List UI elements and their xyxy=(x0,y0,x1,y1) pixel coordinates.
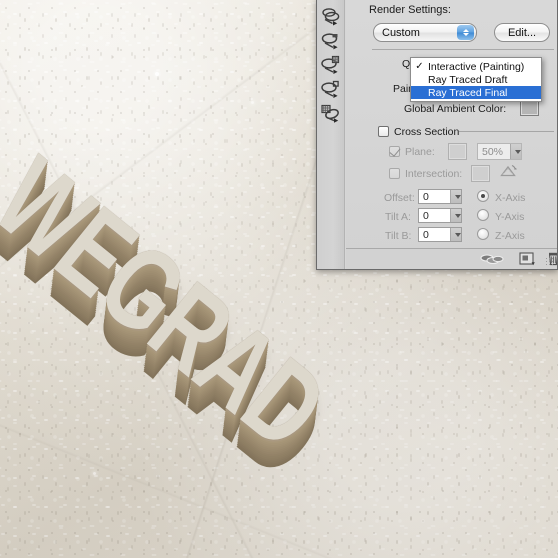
highlight-speck xyxy=(251,101,254,104)
quality-dropdown-menu[interactable]: ✓ Interactive (Painting) Ray Traced Draf… xyxy=(410,57,542,102)
tilt-b-field[interactable]: 0 xyxy=(418,227,462,242)
tilt-b-label: Tilt B: xyxy=(385,230,412,242)
photoshop-canvas: WEGRAD WEGRAD WEGRAD Render Settings: Cu… xyxy=(0,0,558,558)
resize-grip[interactable] xyxy=(545,257,555,267)
offset-value: 0 xyxy=(423,190,429,203)
tilt-a-label: Tilt A: xyxy=(385,211,411,223)
toggle-ground-plane-button[interactable] xyxy=(478,251,504,269)
intersection-checkbox[interactable] xyxy=(389,168,400,179)
render-preset-value: Custom xyxy=(382,26,420,39)
3d-panel[interactable]: Render Settings: Custom Edit... Qualit P… xyxy=(316,0,558,270)
menu-item-label: Interactive (Painting) xyxy=(428,60,525,73)
z-axis-radio[interactable] xyxy=(477,228,489,240)
menu-item-label: Ray Traced Final xyxy=(428,86,508,99)
y-axis-label: Y-Axis xyxy=(495,211,525,223)
checkmark-icon: ✓ xyxy=(415,61,424,72)
intersection-label: Intersection: xyxy=(405,168,463,180)
highlight-speck xyxy=(155,72,159,76)
z-axis-label: Z-Axis xyxy=(495,230,525,242)
global-ambient-color-label: Global Ambient Color: xyxy=(404,103,507,115)
edit-render-settings-button[interactable]: Edit... xyxy=(494,23,550,42)
y-axis-radio[interactable] xyxy=(477,209,489,221)
3d-tool-column xyxy=(317,0,345,269)
render-preset-select[interactable]: Custom xyxy=(373,23,477,42)
cross-section-label: Cross Section xyxy=(394,126,460,138)
3d-object-roll-tool[interactable] xyxy=(319,30,343,52)
3d-object-slide-tool[interactable] xyxy=(319,78,343,100)
menu-item-ray-traced-draft[interactable]: Ray Traced Draft xyxy=(411,73,541,86)
plane-color-swatch[interactable] xyxy=(448,143,467,160)
render-settings-label: Render Settings: xyxy=(369,4,451,16)
highlight-speck xyxy=(93,472,96,475)
intersection-color-swatch[interactable] xyxy=(471,165,490,182)
panel-divider xyxy=(372,49,554,50)
chevron-updown-icon xyxy=(457,25,474,40)
cross-section-checkbox[interactable] xyxy=(378,126,389,137)
3d-object-pan-tool[interactable] xyxy=(319,54,343,76)
tilt-a-value: 0 xyxy=(423,209,429,222)
offset-field[interactable]: 0 xyxy=(418,189,462,204)
menu-item-label: Ray Traced Draft xyxy=(428,73,508,86)
tilt-a-stepper[interactable] xyxy=(450,209,461,222)
plane-label: Plane: xyxy=(405,146,435,158)
x-axis-radio[interactable] xyxy=(477,190,489,202)
tilt-b-stepper[interactable] xyxy=(450,228,461,241)
tilt-b-value: 0 xyxy=(423,228,429,241)
new-layer-from-3d-button[interactable] xyxy=(518,251,538,269)
plane-opacity-value: 50% xyxy=(482,145,504,158)
menu-item-interactive-painting[interactable]: ✓ Interactive (Painting) xyxy=(411,60,541,73)
offset-stepper[interactable] xyxy=(450,190,461,203)
panel-bottom-bar xyxy=(346,249,557,269)
3d-object-rotate-tool[interactable] xyxy=(319,6,343,28)
plane-opacity-field[interactable]: 50% xyxy=(477,143,522,160)
offset-label: Offset: xyxy=(384,192,415,204)
tilt-a-field[interactable]: 0 xyxy=(418,208,462,223)
plane-checkbox[interactable] xyxy=(389,146,400,157)
x-axis-label: X-Axis xyxy=(495,192,526,204)
cross-section-rule xyxy=(459,131,554,132)
3d-panel-body: Render Settings: Custom Edit... Qualit P… xyxy=(346,0,557,269)
flip-cross-section-icon[interactable] xyxy=(498,163,518,184)
menu-item-ray-traced-final[interactable]: Ray Traced Final xyxy=(411,86,541,99)
plane-opacity-stepper[interactable] xyxy=(510,144,521,159)
